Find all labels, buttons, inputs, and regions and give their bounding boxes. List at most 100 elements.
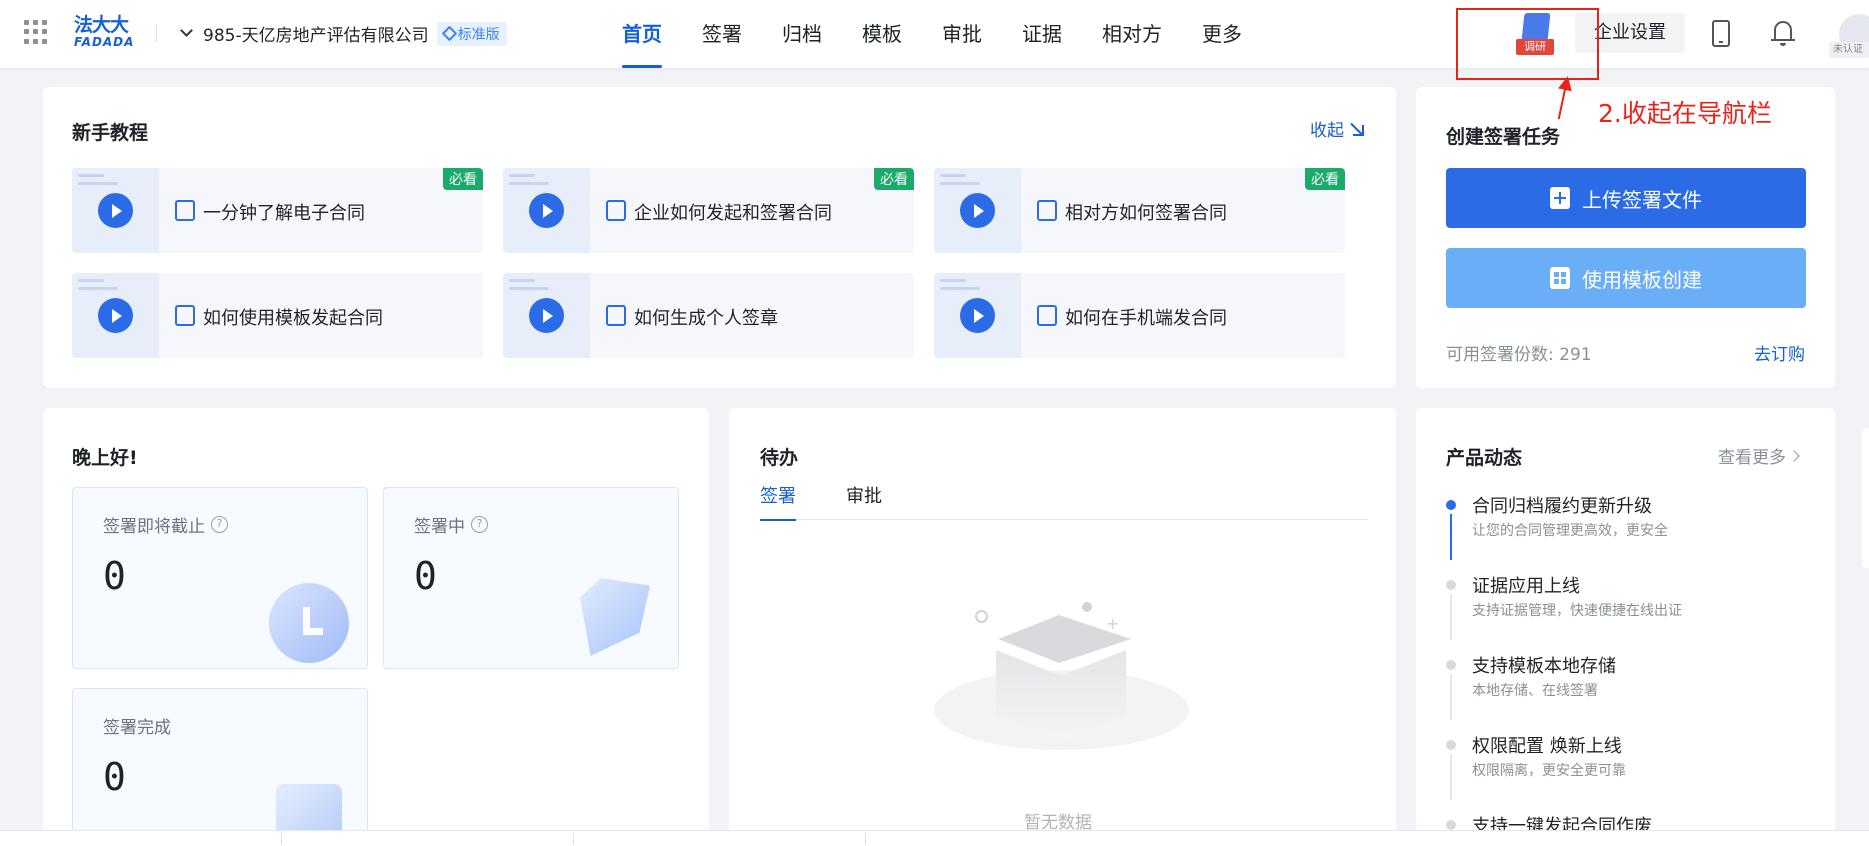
- logo-text-cn: 法大大: [74, 14, 129, 36]
- tutorial-item[interactable]: 相对方如何签署合同 必看: [934, 168, 1345, 253]
- video-thumbnail: [503, 168, 590, 253]
- news-item-title: 支持模板本地存储: [1472, 656, 1616, 677]
- clock-icon: [269, 583, 349, 663]
- nav-home[interactable]: 首页: [622, 0, 662, 68]
- collapse-button[interactable]: 收起: [1310, 116, 1364, 141]
- document-icon: [175, 305, 195, 326]
- nav-counterparty[interactable]: 相对方: [1102, 0, 1162, 68]
- play-icon: [960, 193, 995, 228]
- collapse-label: 收起: [1310, 121, 1344, 141]
- bell-icon[interactable]: [1770, 18, 1796, 48]
- timeline-line: [1450, 514, 1452, 560]
- news-item-title: 合同归档履约更新升级: [1472, 496, 1652, 517]
- help-icon[interactable]: ?: [211, 516, 228, 533]
- nav-template[interactable]: 模板: [862, 0, 902, 68]
- timeline-dot: [1446, 580, 1456, 590]
- news-item-desc: 让您的合同管理更高效，更安全: [1472, 523, 1668, 539]
- stat-label: 签署中: [414, 517, 465, 537]
- play-icon: [98, 193, 133, 228]
- stat-card-deadline[interactable]: 签署即将截止? 0: [72, 487, 368, 669]
- news-item-desc: 权限隔离，更安全更可靠: [1472, 763, 1626, 779]
- stat-value: 0: [103, 554, 126, 598]
- play-icon: [529, 193, 564, 228]
- nav-more[interactable]: 更多: [1202, 0, 1242, 68]
- stat-label-row: 签署完成: [103, 713, 171, 738]
- tutorial-item[interactable]: 如何使用模板发起合同: [72, 273, 483, 358]
- use-template-button[interactable]: 使用模板创建: [1446, 248, 1806, 308]
- todo-tabs: 签署 审批: [760, 482, 1368, 521]
- mobile-icon[interactable]: [1712, 20, 1730, 47]
- edition-badge-label: 标准版: [457, 26, 500, 43]
- bottom-bar: [0, 830, 1869, 846]
- nav-sign[interactable]: 签署: [702, 0, 742, 68]
- nav-approval[interactable]: 审批: [942, 0, 982, 68]
- chevron-right-icon: [1788, 449, 1800, 462]
- tutorial-item[interactable]: 企业如何发起和签署合同 必看: [503, 168, 914, 253]
- template-icon: [1550, 267, 1570, 289]
- news-title: 产品动态: [1446, 447, 1523, 469]
- tutorial-item-label: 相对方如何签署合同: [1065, 203, 1227, 224]
- news-item[interactable]: 支持一键发起合同作废: [1446, 812, 1796, 830]
- stat-label: 签署即将截止: [103, 517, 205, 537]
- tutorial-title: 新手教程: [72, 122, 149, 144]
- company-switcher[interactable]: 985-天亿房地产评估有限公司 标准版: [180, 21, 507, 46]
- timeline-dot: [1446, 740, 1456, 750]
- video-thumbnail: [934, 168, 1021, 253]
- news-item[interactable]: 合同归档履约更新升级 让您的合同管理更高效，更安全: [1446, 492, 1796, 567]
- news-item-desc: 本地存储、在线签署: [1472, 683, 1598, 699]
- video-thumbnail: [72, 168, 159, 253]
- diamond-icon: [441, 25, 457, 42]
- stat-label: 签署完成: [103, 718, 171, 738]
- edition-badge: 标准版: [436, 21, 507, 46]
- timeline-line: [1450, 754, 1452, 800]
- view-more-link[interactable]: 查看更多: [1718, 443, 1800, 468]
- fadada-logo[interactable]: 法大大 FADADA: [74, 16, 140, 50]
- tutorial-item-label: 如何生成个人签章: [634, 308, 778, 329]
- nav-archive[interactable]: 归档: [782, 0, 822, 68]
- building-icon: [606, 200, 626, 221]
- stat-label-row: 签署中?: [414, 512, 488, 537]
- tutorial-item-label: 企业如何发起和签署合同: [634, 203, 832, 224]
- app-grid-icon[interactable]: [24, 20, 48, 44]
- tutorial-item-label: 如何在手机端发合同: [1065, 308, 1227, 329]
- stat-card-signing[interactable]: 签署中? 0: [383, 487, 679, 669]
- news-item[interactable]: 支持模板本地存储 本地存储、在线签署: [1446, 652, 1796, 727]
- tutorial-item[interactable]: 如何在手机端发合同: [934, 273, 1345, 358]
- add-file-icon: [1550, 187, 1570, 209]
- upload-file-button[interactable]: 上传签署文件: [1446, 168, 1806, 228]
- sparkle-icon: +: [1106, 614, 1120, 633]
- view-more-label: 查看更多: [1718, 448, 1786, 468]
- timeline-line: [1450, 594, 1452, 640]
- tab-approval[interactable]: 审批: [846, 482, 882, 520]
- create-task-title: 创建签署任务: [1446, 126, 1561, 148]
- news-item[interactable]: 权限配置 焕新上线 权限隔离，更安全更可靠: [1446, 732, 1796, 807]
- play-icon: [960, 298, 995, 333]
- stat-card-completed[interactable]: 签署完成 0: [72, 688, 368, 846]
- pen-nib-icon: [580, 578, 650, 656]
- video-thumbnail: [72, 273, 159, 358]
- stat-value: 0: [414, 554, 437, 598]
- chevron-down-icon: [180, 24, 193, 37]
- company-name: 985-天亿房地产评估有限公司: [203, 26, 429, 46]
- help-icon[interactable]: ?: [471, 516, 488, 533]
- play-icon: [98, 298, 133, 333]
- buy-link[interactable]: 去订购: [1754, 340, 1805, 365]
- upload-file-label: 上传签署文件: [1582, 187, 1702, 212]
- tutorial-item-label: 如何使用模板发起合同: [203, 308, 383, 329]
- mobile-icon: [1037, 305, 1057, 326]
- tutorial-item[interactable]: 一分钟了解电子合同 必看: [72, 168, 483, 253]
- tutorial-item[interactable]: 如何生成个人签章: [503, 273, 914, 358]
- side-panel-edge[interactable]: [1862, 428, 1869, 568]
- timeline-dot: [1446, 660, 1456, 670]
- stamp-icon: [606, 305, 626, 326]
- tab-sign[interactable]: 签署: [760, 482, 796, 521]
- news-item[interactable]: 证据应用上线 支持证据管理，快速便捷在线出证: [1446, 572, 1796, 647]
- tutorial-item-label: 一分钟了解电子合同: [203, 203, 365, 224]
- nav-evidence[interactable]: 证据: [1022, 0, 1062, 68]
- user-sign-icon: [1037, 200, 1057, 221]
- main-nav: 首页 签署 归档 模板 审批 证据 相对方 更多: [622, 0, 1282, 68]
- timeline-dot: [1446, 500, 1456, 510]
- video-thumbnail: [934, 273, 1021, 358]
- available-quota: 可用签署份数: 291: [1446, 345, 1592, 365]
- edit-doc-icon: [175, 200, 195, 221]
